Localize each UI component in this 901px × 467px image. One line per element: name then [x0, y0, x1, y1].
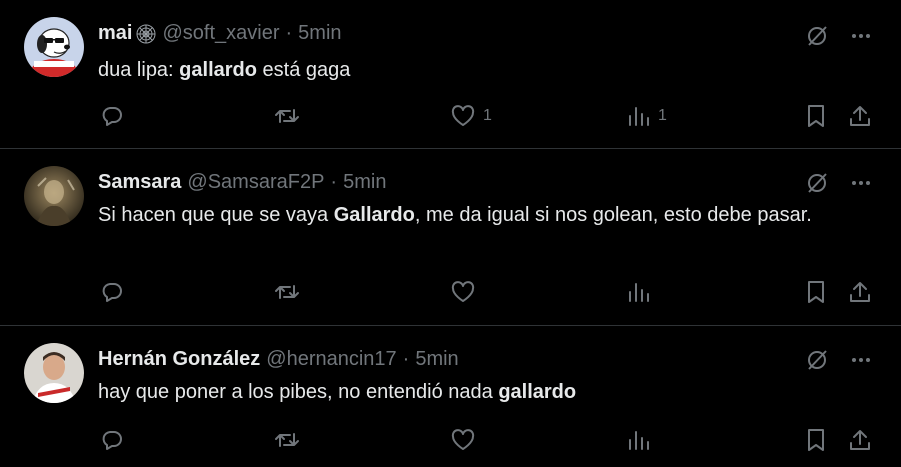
tweet[interactable]: Hernán González @hernancin17 · 5min hay … — [0, 326, 901, 467]
like-button[interactable] — [451, 425, 483, 455]
bookmark-button[interactable] — [806, 425, 826, 455]
tweet-text: dua lipa: gallardo está gaga — [98, 56, 841, 84]
text-segment: Si hacen que que se vaya — [98, 204, 334, 226]
timestamp[interactable]: 5min — [415, 348, 458, 371]
share-icon — [850, 430, 870, 450]
share-button[interactable] — [849, 425, 871, 455]
timestamp[interactable]: 5min — [298, 22, 341, 45]
text-segment: hay que poner a los pibes, no entendió n… — [98, 381, 499, 403]
retweet-icon — [275, 109, 299, 123]
reply-button[interactable] — [100, 425, 124, 455]
author-handle[interactable]: @hernancin17 — [266, 348, 396, 371]
more-icon[interactable] — [851, 357, 871, 363]
tweet-header: mai @soft_xavier · 5min — [98, 22, 342, 45]
views-button[interactable] — [628, 277, 658, 307]
author-handle[interactable]: @SamsaraF2P — [187, 171, 324, 194]
avatar[interactable] — [24, 343, 84, 403]
bookmark-button[interactable] — [806, 277, 826, 307]
separator: · — [330, 171, 338, 193]
share-icon — [850, 106, 870, 126]
action-bar — [0, 425, 901, 455]
tweet[interactable]: Samsara @SamsaraF2P · 5min Si hacen que … — [0, 149, 901, 325]
like-button[interactable]: 1 — [451, 101, 492, 131]
reply-icon — [102, 283, 122, 302]
action-bar — [0, 277, 901, 307]
views-button[interactable]: 1 — [628, 101, 667, 131]
bookmark-button[interactable] — [806, 101, 826, 131]
author-handle[interactable]: @soft_xavier — [162, 22, 279, 45]
heart-icon — [451, 105, 475, 126]
separator: · — [285, 22, 293, 44]
more-icon[interactable] — [851, 33, 871, 39]
avatar[interactable] — [24, 17, 84, 77]
spiderweb-icon — [136, 24, 156, 44]
grok-icon[interactable] — [805, 24, 829, 48]
heart-icon — [451, 429, 475, 450]
text-segment: , me da igual si nos golean, esto debe p… — [414, 204, 812, 226]
grok-icon[interactable] — [805, 348, 829, 372]
share-button[interactable] — [849, 277, 871, 307]
tweet-text: Si hacen que que se vaya Gallardo, me da… — [98, 201, 828, 229]
text-segment-bold[interactable]: Gallardo — [334, 204, 415, 226]
like-count: 1 — [483, 107, 492, 124]
text-segment-bold[interactable]: gallardo — [498, 381, 576, 403]
text-segment: está gaga — [256, 59, 351, 81]
share-button[interactable] — [849, 101, 871, 131]
reply-button[interactable] — [100, 101, 124, 131]
tweet-header: Hernán González @hernancin17 · 5min — [98, 348, 459, 371]
more-icon[interactable] — [851, 180, 871, 186]
views-icon — [629, 431, 649, 450]
heart-icon — [451, 281, 475, 302]
reply-button[interactable] — [100, 277, 124, 307]
views-icon — [629, 283, 649, 302]
reply-icon — [102, 431, 122, 450]
author-name[interactable]: Samsara — [98, 171, 181, 194]
timestamp[interactable]: 5min — [343, 171, 386, 194]
retweet-button[interactable] — [274, 101, 300, 131]
retweet-icon — [275, 433, 299, 447]
grok-icon[interactable] — [805, 171, 829, 195]
views-button[interactable] — [628, 425, 658, 455]
retweet-button[interactable] — [274, 425, 300, 455]
tweet-header: Samsara @SamsaraF2P · 5min — [98, 171, 386, 194]
share-icon — [850, 282, 870, 302]
author-name[interactable]: Hernán González — [98, 348, 260, 371]
bookmark-icon — [808, 429, 824, 451]
views-count: 1 — [658, 107, 667, 124]
bookmark-icon — [808, 281, 824, 303]
avatar[interactable] — [24, 166, 84, 226]
reply-icon — [102, 107, 122, 126]
action-bar: 1 1 — [0, 101, 901, 131]
tweet[interactable]: mai @soft_xavier · 5min dua lipa: gallar… — [0, 0, 901, 148]
tweet-text: hay que poner a los pibes, no entendió n… — [98, 378, 841, 406]
separator: · — [402, 348, 410, 370]
bookmark-icon — [808, 105, 824, 127]
text-segment: dua lipa: — [98, 59, 180, 81]
like-button[interactable] — [451, 277, 483, 307]
retweet-button[interactable] — [274, 277, 300, 307]
text-segment-bold[interactable]: gallardo — [179, 59, 257, 81]
author-name[interactable]: mai — [98, 22, 132, 45]
views-icon — [629, 107, 649, 126]
retweet-icon — [275, 285, 299, 299]
